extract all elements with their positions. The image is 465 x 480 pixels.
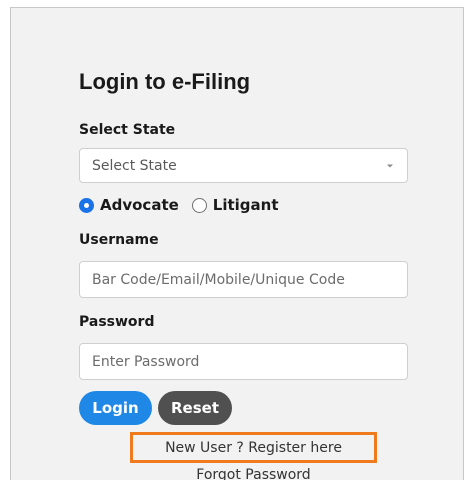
page-title: Login to e-Filing bbox=[79, 69, 251, 94]
state-select-value: Select State bbox=[92, 157, 177, 174]
radio-label-litigant[interactable]: Litigant bbox=[213, 196, 279, 214]
register-link[interactable]: New User ? Register here bbox=[130, 432, 377, 463]
state-label: Select State bbox=[79, 122, 176, 138]
login-button[interactable]: Login bbox=[79, 391, 152, 425]
radio-label-advocate[interactable]: Advocate bbox=[100, 196, 179, 214]
state-select[interactable]: Select State bbox=[79, 148, 408, 183]
password-input[interactable]: Enter Password bbox=[79, 343, 408, 380]
login-panel: Login to e-Filing Select State Select St… bbox=[10, 7, 464, 480]
username-label: Username bbox=[79, 232, 159, 248]
role-radio-group: Advocate Litigant bbox=[79, 196, 279, 214]
reset-button[interactable]: Reset bbox=[158, 391, 232, 425]
radio-unchecked-icon[interactable] bbox=[191, 197, 207, 213]
radio-checked-icon[interactable] bbox=[79, 197, 94, 213]
username-input[interactable]: Bar Code/Email/Mobile/Unique Code bbox=[79, 261, 408, 298]
forgot-password-link[interactable]: Forgot Password bbox=[130, 467, 377, 480]
chevron-down-icon bbox=[387, 164, 393, 168]
password-label: Password bbox=[79, 314, 155, 330]
